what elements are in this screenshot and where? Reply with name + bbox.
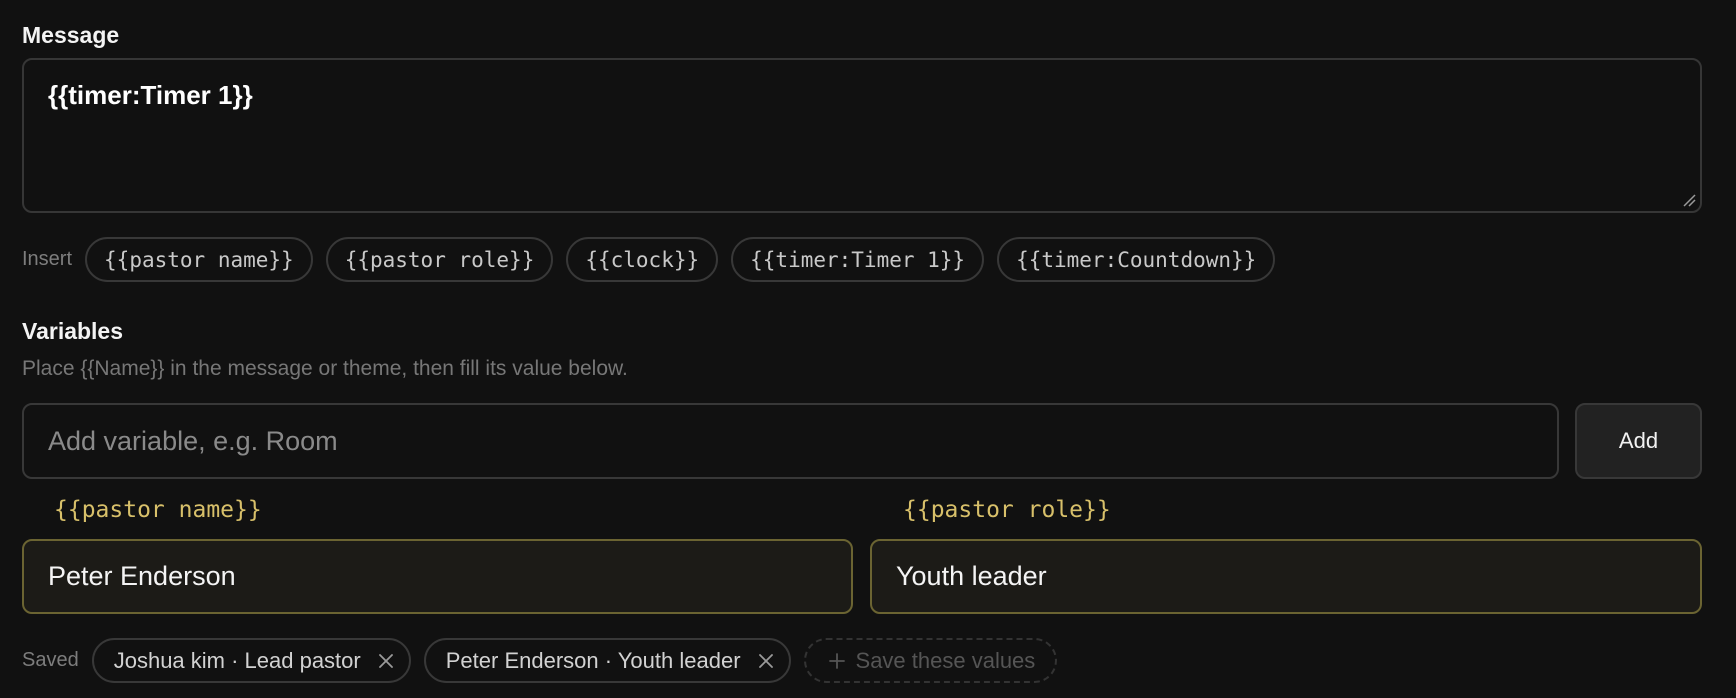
insert-chip-clock[interactable]: {{clock}} (566, 237, 719, 282)
insert-row: Insert {{pastor name}} {{pastor role}} {… (22, 237, 1276, 282)
message-title: Message (22, 22, 120, 48)
variable-value-pastor-name[interactable]: Peter Enderson (22, 539, 853, 614)
variable-value-text: Peter Enderson (48, 561, 236, 591)
saved-row: Saved Joshua kim · Lead pastor Peter End… (22, 638, 1058, 683)
resize-handle-icon[interactable] (1682, 193, 1696, 207)
saved-preset-label: Peter Enderson · Youth leader (445, 647, 741, 673)
add-variable-input[interactable]: Add variable, e.g. Room (22, 403, 1559, 479)
save-values-button[interactable]: Save these values (803, 638, 1058, 683)
variables-title: Variables (22, 318, 124, 344)
saved-label: Saved (22, 649, 79, 671)
insert-label: Insert (22, 248, 73, 270)
add-variable-placeholder: Add variable, e.g. Room (48, 425, 338, 456)
message-variables-panel: Message {{timer:Timer 1}} Insert {{pasto… (0, 0, 1736, 698)
variables-hint: Place {{Name}} in the message or theme, … (22, 357, 628, 380)
variable-label-pastor-name: {{pastor name}} (54, 497, 262, 523)
insert-chip-timer-countdown[interactable]: {{timer:Countdown}} (997, 237, 1276, 282)
message-text: {{timer:Timer 1}} (48, 80, 253, 110)
variable-value-text: Youth leader (896, 561, 1047, 591)
insert-chip-pastor-role[interactable]: {{pastor role}} (325, 237, 554, 282)
insert-chip-pastor-name[interactable]: {{pastor name}} (85, 237, 313, 282)
close-icon[interactable] (757, 652, 775, 670)
insert-chip-timer-1[interactable]: {{timer:Timer 1}} (731, 237, 985, 282)
message-textarea[interactable]: {{timer:Timer 1}} (22, 58, 1702, 213)
variable-label-pastor-role: {{pastor role}} (903, 497, 1111, 523)
add-variable-button[interactable]: Add (1575, 403, 1702, 479)
saved-preset-chip[interactable]: Peter Enderson · Youth leader (423, 638, 791, 683)
saved-preset-chip[interactable]: Joshua kim · Lead pastor (91, 638, 411, 683)
close-icon[interactable] (377, 652, 395, 670)
variable-value-pastor-role[interactable]: Youth leader (870, 539, 1702, 614)
saved-preset-label: Joshua kim · Lead pastor (113, 647, 361, 673)
save-values-label: Save these values (855, 647, 1036, 673)
plus-icon (828, 652, 845, 669)
